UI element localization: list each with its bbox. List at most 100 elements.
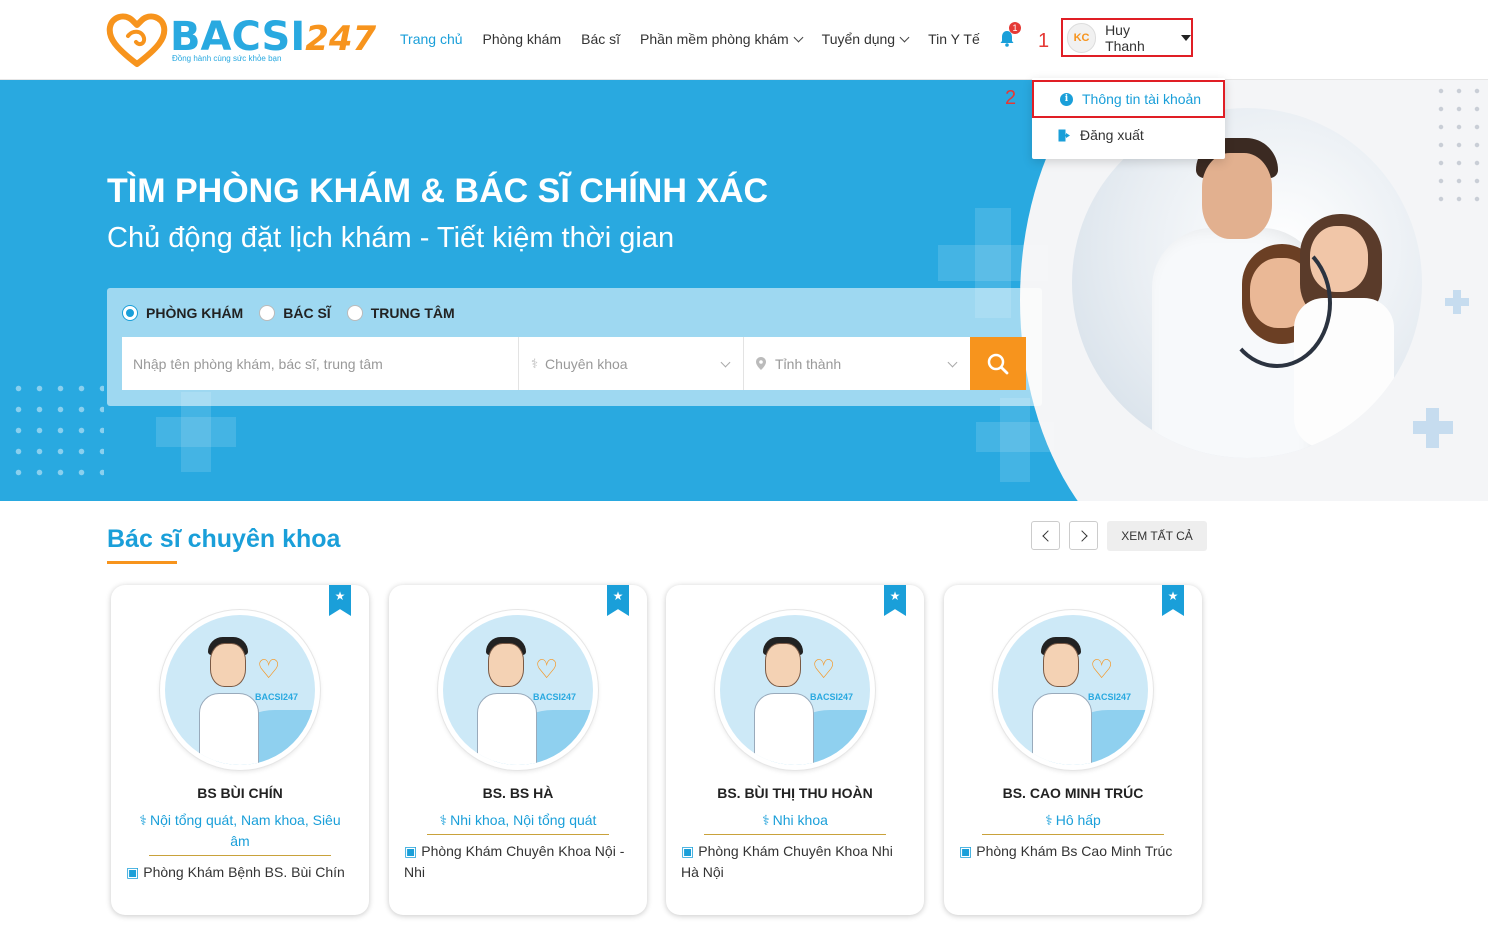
menu-item-logout[interactable]: Đăng xuất [1032,116,1225,154]
radio-circle [259,305,276,321]
avatar-logo-text: BACSI247 [255,692,299,702]
photo-doctor-face [1202,153,1272,239]
doctor-specialty: ⚕ Hô hấp [964,810,1182,831]
search-panel: PHÒNG KHÁM BÁC SĨ TRUNG TÂM ⚕ Chuyên kho… [107,288,1042,406]
bookmark-star-icon[interactable]: ★ [1162,585,1184,616]
hospital-icon: ▣ [404,843,418,859]
hero-banner: TÌM PHÒNG KHÁM & BÁC SĨ CHÍNH XÁC Chủ độ… [0,80,1488,501]
prev-button[interactable] [1031,521,1060,550]
doctor-clinic: ▣ Phòng Khám Chuyên Khoa Nhi Hà Nội [681,841,913,883]
specialty-text: Nhi khoa [772,812,828,828]
annotation-step-2: 2 [1005,87,1017,109]
logo-tagline: Đồng hành cùng sức khỏe bạn [172,54,282,63]
avatar-background: ♡ BACSI247 [998,615,1148,765]
chevron-right-icon [1075,529,1088,542]
map-pin-icon [756,357,766,370]
avatar-face [210,643,246,687]
doctor-card[interactable]: ★ ♡ BACSI247 BS BÙI CHÍN ⚕ Nội tổng quát,… [111,585,369,915]
doctor-specialty: ⚕ Nhi khoa [686,810,904,831]
nav-clinic-software[interactable]: Phần mềm phòng khám [640,31,804,47]
stethoscope-icon: ⚕ [439,812,448,828]
chevron-down-icon [720,357,731,368]
card-divider [982,834,1164,835]
stethoscope-icon: ⚕ [531,355,539,371]
clinic-text: Phòng Khám Chuyên Khoa Nhi Hà Nội [681,843,893,880]
specialty-select[interactable]: ⚕ Chuyên khoa [519,337,744,390]
notification-badge: 1 [1009,22,1021,34]
bookmark-star-icon[interactable]: ★ [884,585,906,616]
doctor-card[interactable]: ★ ♡ BACSI247 BS. BÙI THỊ THU HOÀN ⚕ Nhi k… [666,585,924,915]
clinic-text: Phòng Khám Bs Cao Minh Trúc [976,843,1173,859]
dot-pattern [1432,82,1488,202]
search-button[interactable] [970,337,1026,390]
stethoscope-icon: ⚕ [762,812,770,828]
nav-clinics[interactable]: Phòng khám [483,31,562,47]
chevron-down-icon [947,357,958,368]
specialty-text: Hô hấp [1055,812,1101,828]
avatar-face [1043,643,1079,687]
main-nav: Trang chủ Phòng khám Bác sĩ Phần mềm phò… [400,28,1000,50]
doctor-clinic: ▣ Phòng Khám Chuyên Khoa Nội - Nhi [404,841,636,883]
doctor-name: BS BÙI CHÍN [197,785,283,801]
radio-circle [346,305,363,321]
next-button[interactable] [1069,521,1098,550]
plus-decoration [156,417,236,447]
avatar-coat [477,693,537,765]
user-name: Huy Thanh [1105,21,1145,54]
heart-logo-icon: ♡ [812,655,836,685]
hospital-icon: ▣ [959,843,973,859]
dropdown-arrow [1119,66,1135,74]
annotation-step-1: 1 [1038,30,1050,52]
avatar-coat [199,693,259,765]
doctor-avatar: ♡ BACSI247 [715,610,875,770]
user-dropdown-menu: i Thông tin tài khoản Đăng xuất [1032,78,1225,159]
menu-item-account-info[interactable]: i Thông tin tài khoản [1032,80,1225,118]
avatar: KC [1067,22,1097,53]
nav-home[interactable]: Trang chủ [400,31,463,47]
search-input[interactable] [122,337,519,390]
chevron-left-icon [1041,529,1054,542]
section-title: Bác sĩ chuyên khoa [107,525,341,553]
info-icon: i [1060,92,1073,106]
bookmark-star-icon[interactable]: ★ [329,585,351,616]
nav-doctors[interactable]: Bác sĩ [581,31,620,47]
see-all-button[interactable]: XEM TẤT CẢ [1107,521,1207,551]
doctor-clinic: ▣ Phòng Khám Bs Cao Minh Trúc [959,841,1191,862]
plus-decoration [1445,298,1469,306]
radio-center[interactable]: TRUNG TÂM [346,305,455,321]
section-underline [107,561,177,564]
nav-recruitment[interactable]: Tuyển dụng [822,31,910,47]
info-dot: i [1060,92,1073,106]
bookmark-star-icon[interactable]: ★ [607,585,629,616]
province-select[interactable]: Tỉnh thành [744,337,970,390]
avatar-background: ♡ BACSI247 [165,615,315,765]
nav-medical-news[interactable]: Tin Y Tế [928,31,980,47]
stethoscope-icon: ⚕ [1045,812,1053,828]
doctor-family-photo [1072,108,1422,458]
user-menu-toggle[interactable]: KC Huy Thanh [1061,18,1193,57]
clinic-text: Phòng Khám Bệnh BS. Bùi Chín [143,864,345,880]
radio-clinic[interactable]: PHÒNG KHÁM [122,305,243,321]
hero-title: TÌM PHÒNG KHÁM & BÁC SĨ CHÍNH XÁC [107,172,769,210]
doctor-card[interactable]: ★ ♡ BACSI247 BS. BS HÀ ⚕ Nhi khoa, Nội tổ… [389,585,647,915]
heart-logo-icon [106,13,168,67]
chevron-down-icon [793,32,804,42]
province-placeholder: Tỉnh thành [775,355,842,372]
avatar-face [765,643,801,687]
caret-down-icon [1181,34,1191,41]
specialty-placeholder: Chuyên khoa [545,355,628,372]
site-logo[interactable]: BACSI247 Đồng hành cùng sức khỏe bạn [106,10,376,68]
plus-decoration [938,245,1048,281]
search-bar: ⚕ Chuyên khoa Tỉnh thành [122,337,1026,390]
logout-icon [1058,129,1070,141]
avatar-coat [754,693,814,765]
doctor-avatar: ♡ BACSI247 [438,610,598,770]
avatar-logo-text: BACSI247 [1088,692,1132,702]
specialty-text: Nội tổng quát, Nam khoa, Siêu âm [149,812,341,849]
site-header: BACSI247 Đồng hành cùng sức khỏe bạn Tra… [0,0,1488,80]
radio-doctor[interactable]: BÁC SĨ [259,305,331,321]
doctor-card[interactable]: ★ ♡ BACSI247 BS. CAO MINH TRÚC ⚕ Hô hấp ▣… [944,585,1202,915]
menu-item-label: Đăng xuất [1080,127,1144,143]
doctor-clinic: ▣ Phòng Khám Bệnh BS. Bùi Chín [126,862,358,883]
avatar-coat [1032,693,1092,765]
